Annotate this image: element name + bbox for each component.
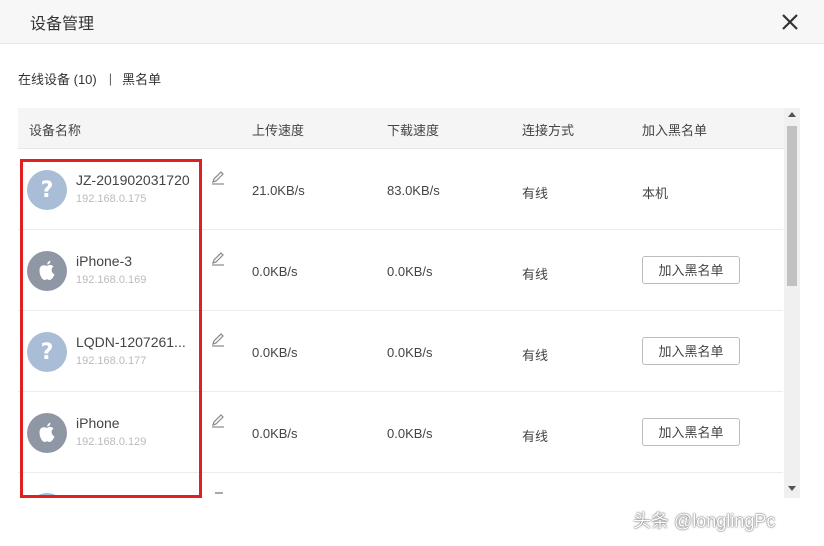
device-ip: 192.168.0.177 (76, 355, 147, 367)
device-tabs: 在线设备 (10) | 黑名单 (18, 69, 161, 88)
connection-type: 有线 (522, 267, 549, 282)
edit-icon[interactable] (211, 333, 225, 347)
column-header-blacklist: 加入黑名单 (642, 123, 708, 138)
upload-speed: 21.0KB/s (252, 183, 305, 198)
device-ip: 192.168.0.169 (76, 274, 147, 286)
download-speed: 83.0KB/s (387, 183, 440, 198)
column-header-upload-speed: 上传速度 (252, 123, 305, 138)
table-scrollbar[interactable] (784, 108, 800, 498)
question-icon (27, 493, 67, 498)
connection-type: 有线 (522, 186, 549, 201)
device-name: JZ-201902031720 (76, 172, 190, 188)
device-name: LQDN-1207261... (76, 334, 186, 350)
add-to-blacklist-button[interactable]: 加入黑名单 (642, 418, 740, 446)
device-ip: 192.168.0.175 (76, 193, 147, 205)
edit-icon[interactable] (215, 492, 223, 494)
add-to-blacklist-button[interactable]: 加入黑名单 (642, 256, 740, 284)
question-icon: ? (27, 332, 67, 372)
device-name: iPhone-3 (76, 253, 133, 269)
scroll-down-arrow-icon[interactable] (788, 486, 796, 491)
device-name: iPhone (76, 415, 120, 431)
download-speed: 0.0KB/s (387, 264, 433, 279)
tab-blacklist[interactable]: 黑名单 (122, 69, 161, 88)
apple-icon (27, 251, 67, 291)
edit-icon[interactable] (211, 252, 225, 266)
tab-online-devices[interactable]: 在线设备 (10) (18, 69, 97, 88)
tab-separator: | (108, 71, 113, 86)
scroll-up-arrow-icon[interactable] (788, 112, 796, 117)
device-ip: 192.168.0.129 (76, 436, 147, 448)
question-icon: ? (27, 170, 67, 210)
edit-icon[interactable] (211, 414, 225, 428)
table-row: ? JZ-201902031720 192.168.0.175 21.0KB/s… (18, 149, 783, 230)
close-icon[interactable] (778, 10, 802, 34)
dialog-title: 设备管理 (30, 16, 95, 33)
scrollbar-thumb[interactable] (787, 126, 797, 286)
column-header-device-name: 设备名称 (29, 123, 82, 138)
upload-speed: 0.0KB/s (252, 426, 298, 441)
dialog-titlebar: 设备管理 (0, 0, 824, 44)
download-speed: 0.0KB/s (387, 345, 433, 360)
table-row: iPhone-3 192.168.0.169 0.0KB/s 0.0KB/s 有… (18, 230, 783, 311)
table-header: 设备名称 上传速度 下载速度 连接方式 加入黑名单 (18, 108, 800, 149)
table-row: ? LQDN-1207261... 192.168.0.177 0.0KB/s … (18, 311, 783, 392)
apple-icon (27, 413, 67, 453)
download-speed: 0.0KB/s (387, 426, 433, 441)
column-header-connection-type: 连接方式 (522, 123, 575, 138)
upload-speed: 0.0KB/s (252, 264, 298, 279)
upload-speed: 0.0KB/s (252, 345, 298, 360)
table-row: iPhone 192.168.0.129 0.0KB/s 0.0KB/s 有线 … (18, 392, 783, 473)
watermark: 头条 @longlingPc (633, 511, 776, 531)
connection-type: 有线 (522, 429, 549, 444)
this-device-label: 本机 (642, 186, 669, 201)
edit-icon[interactable] (211, 171, 225, 185)
add-to-blacklist-button[interactable]: 加入黑名单 (642, 337, 740, 365)
device-table: 设备名称 上传速度 下载速度 连接方式 加入黑名单 ? JZ-201902031… (18, 108, 800, 498)
connection-type: 有线 (522, 348, 549, 363)
column-header-download-speed: 下载速度 (387, 123, 440, 138)
